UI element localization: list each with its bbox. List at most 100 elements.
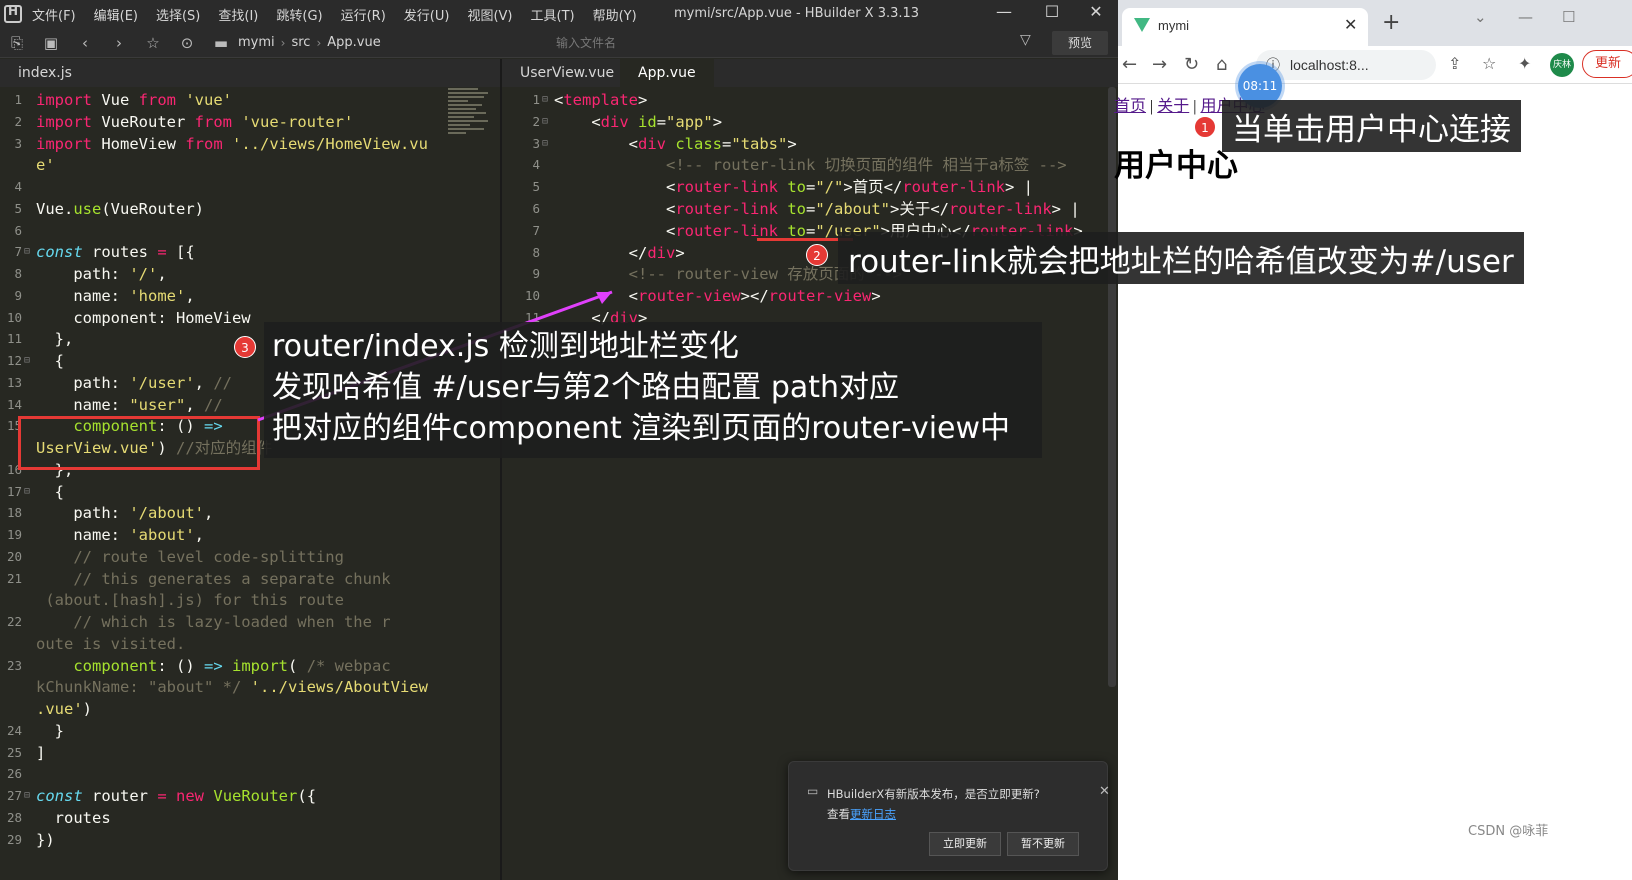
code-line[interactable]: 27 ⊟ const router = new VueRouter({ xyxy=(0,785,500,808)
address-bar[interactable]: ⓘ localhost:8... xyxy=(1256,50,1436,80)
line-number: 19 xyxy=(6,527,22,542)
code-line[interactable]: 4 xyxy=(0,176,500,199)
code-line[interactable]: oute is visited. xyxy=(0,633,500,656)
minimap[interactable] xyxy=(448,88,492,188)
code-line[interactable]: 2 ⊟ <div id="app"> xyxy=(502,111,1118,134)
code-text: path: '/user', // xyxy=(36,373,232,392)
browser-tab[interactable]: mymi ✕ xyxy=(1122,8,1368,46)
code-text: kChunkName: "about" */ '../views/AboutVi… xyxy=(36,678,428,697)
back-icon[interactable]: ‹ xyxy=(68,34,102,52)
minimize-icon[interactable]: — xyxy=(984,2,1024,21)
close-icon[interactable]: ✕ xyxy=(1076,2,1116,21)
code-line[interactable]: 19 name: 'about', xyxy=(0,524,500,547)
extensions-icon[interactable]: ✦ xyxy=(1518,54,1531,73)
code-line[interactable]: 3 import HomeView from '../views/HomeView… xyxy=(0,133,500,156)
fold-icon[interactable]: ⊟ xyxy=(24,785,30,808)
code-line[interactable]: 7 ⊟ const routes = [{ xyxy=(0,241,500,264)
menu-run[interactable]: 运行(R) xyxy=(341,5,386,24)
code-line[interactable]: 3 ⊟ <div class="tabs"> xyxy=(502,133,1118,156)
back-icon[interactable]: ← xyxy=(1122,54,1137,75)
preview-button[interactable]: 预览 xyxy=(1052,31,1108,55)
code-line[interactable]: 29}) xyxy=(0,829,500,852)
fold-icon[interactable]: ⊟ xyxy=(24,241,30,264)
menu-select[interactable]: 选择(S) xyxy=(156,5,200,24)
fold-icon[interactable]: ⊟ xyxy=(542,111,548,134)
code-line[interactable]: 8 path: '/', xyxy=(0,263,500,286)
code-line[interactable]: 24 } xyxy=(0,720,500,743)
code-line[interactable]: 5 <router-link to="/">首页</router-link> | xyxy=(502,176,1118,199)
menu-file[interactable]: 文件(F) xyxy=(32,5,76,24)
menu-goto[interactable]: 跳转(G) xyxy=(276,5,322,24)
fold-icon[interactable]: ⊟ xyxy=(24,350,30,373)
update-now-button[interactable]: 立即更新 xyxy=(929,832,1001,856)
minimize-icon[interactable]: — xyxy=(1518,8,1533,26)
left-code-editor[interactable]: 1 import Vue from 'vue' 2 import VueRouter … xyxy=(0,87,500,880)
code-line[interactable]: (about.[hash].js) for this route xyxy=(0,589,500,612)
code-line[interactable]: 17 ⊟ { xyxy=(0,481,500,504)
menu-view[interactable]: 视图(V) xyxy=(467,5,512,24)
new-tab-icon[interactable]: + xyxy=(1382,10,1400,35)
code-line[interactable]: 21 // this generates a separate chunk xyxy=(0,568,500,591)
breadcrumb-project[interactable]: mymi xyxy=(238,35,275,50)
code-line[interactable]: 4 <!-- router-link 切换页面的组件 相当于a标签 --> xyxy=(502,154,1118,177)
menu-publish[interactable]: 发行(U) xyxy=(404,5,450,24)
code-line[interactable]: .vue') xyxy=(0,698,500,721)
forward-icon[interactable]: › xyxy=(102,34,136,52)
code-line[interactable]: 6 xyxy=(0,220,500,243)
code-line[interactable]: 28 routes xyxy=(0,807,500,830)
save-icon[interactable]: ▣ xyxy=(34,34,68,52)
line-number: 9 xyxy=(14,287,22,303)
run-icon[interactable]: ⊙ xyxy=(170,34,204,52)
filter-icon[interactable]: ▽ xyxy=(1020,32,1031,48)
skip-update-button[interactable]: 暂不更新 xyxy=(1007,832,1079,856)
avatar[interactable]: 庆林 xyxy=(1550,53,1574,77)
right-editor-tabs: UserView.vue App.vue xyxy=(502,59,1118,87)
code-line[interactable]: 5 Vue.use(VueRouter) xyxy=(0,198,500,221)
browser-update-button[interactable]: 更新 xyxy=(1582,50,1632,78)
fold-icon[interactable]: ⊟ xyxy=(542,133,548,156)
new-file-icon[interactable]: ⎘ xyxy=(0,34,34,52)
menu-edit[interactable]: 编辑(E) xyxy=(94,5,138,24)
code-line[interactable]: 22 // which is lazy-loaded when the r xyxy=(0,611,500,634)
file-search-input[interactable]: 输入文件名 xyxy=(556,34,616,51)
fold-icon[interactable]: ⊟ xyxy=(542,89,548,112)
code-line[interactable]: 23 component: () => import( /* webpac xyxy=(0,655,500,678)
notification-close-icon[interactable]: ✕ xyxy=(1099,784,1110,799)
code-line[interactable]: 20 // route level code-splitting xyxy=(0,546,500,569)
star-icon[interactable]: ☆ xyxy=(136,34,170,52)
bookmark-star-icon[interactable]: ☆ xyxy=(1482,54,1496,73)
maximize-icon[interactable]: ☐ xyxy=(1562,8,1575,26)
code-line[interactable]: 2 import VueRouter from 'vue-router' xyxy=(0,111,500,134)
nav-link-about[interactable]: 关于 xyxy=(1157,98,1189,115)
tab-search-icon[interactable]: ⌄ xyxy=(1474,8,1487,26)
breadcrumb-file[interactable]: App.vue xyxy=(327,35,380,50)
maximize-icon[interactable]: ☐ xyxy=(1032,2,1072,21)
code-text: Vue.use(VueRouter) xyxy=(36,199,204,218)
nav-link-home[interactable]: 首页 xyxy=(1114,98,1146,115)
code-line[interactable]: 1 ⊟ <template> xyxy=(502,89,1118,112)
code-line[interactable]: 18 path: '/about', xyxy=(0,502,500,525)
tab-close-icon[interactable]: ✕ xyxy=(1344,15,1357,34)
code-line[interactable]: 6 <router-link to="/about">关于</router-li… xyxy=(502,198,1118,221)
code-line[interactable]: kChunkName: "about" */ '../views/AboutVi… xyxy=(0,676,500,699)
changelog-link[interactable]: 更新日志 xyxy=(850,807,896,821)
menu-find[interactable]: 查找(I) xyxy=(218,5,258,24)
code-line[interactable]: 25] xyxy=(0,742,500,765)
home-icon[interactable]: ⌂ xyxy=(1216,54,1227,75)
code-line[interactable]: 9 name: 'home', xyxy=(0,285,500,308)
code-line[interactable]: e' xyxy=(0,154,500,177)
menu-tools[interactable]: 工具(T) xyxy=(531,5,575,24)
menu-help[interactable]: 帮助(Y) xyxy=(593,5,637,24)
tab-userview-vue[interactable]: UserView.vue xyxy=(502,59,632,87)
line-number: 7 xyxy=(532,222,540,238)
tab-app-vue[interactable]: App.vue xyxy=(620,59,714,87)
code-line[interactable]: 1 import Vue from 'vue' xyxy=(0,89,500,112)
fold-icon[interactable]: ⊟ xyxy=(24,481,30,504)
reload-icon[interactable]: ↻ xyxy=(1184,54,1199,75)
breadcrumb-folder[interactable]: src xyxy=(291,35,310,50)
code-line[interactable]: 10 <router-view></router-view> xyxy=(502,285,1118,308)
share-icon[interactable]: ⇪ xyxy=(1448,54,1461,73)
code-line[interactable]: 26 xyxy=(0,763,500,786)
forward-icon[interactable]: → xyxy=(1152,54,1167,75)
tab-index-js[interactable]: index.js xyxy=(0,59,90,87)
